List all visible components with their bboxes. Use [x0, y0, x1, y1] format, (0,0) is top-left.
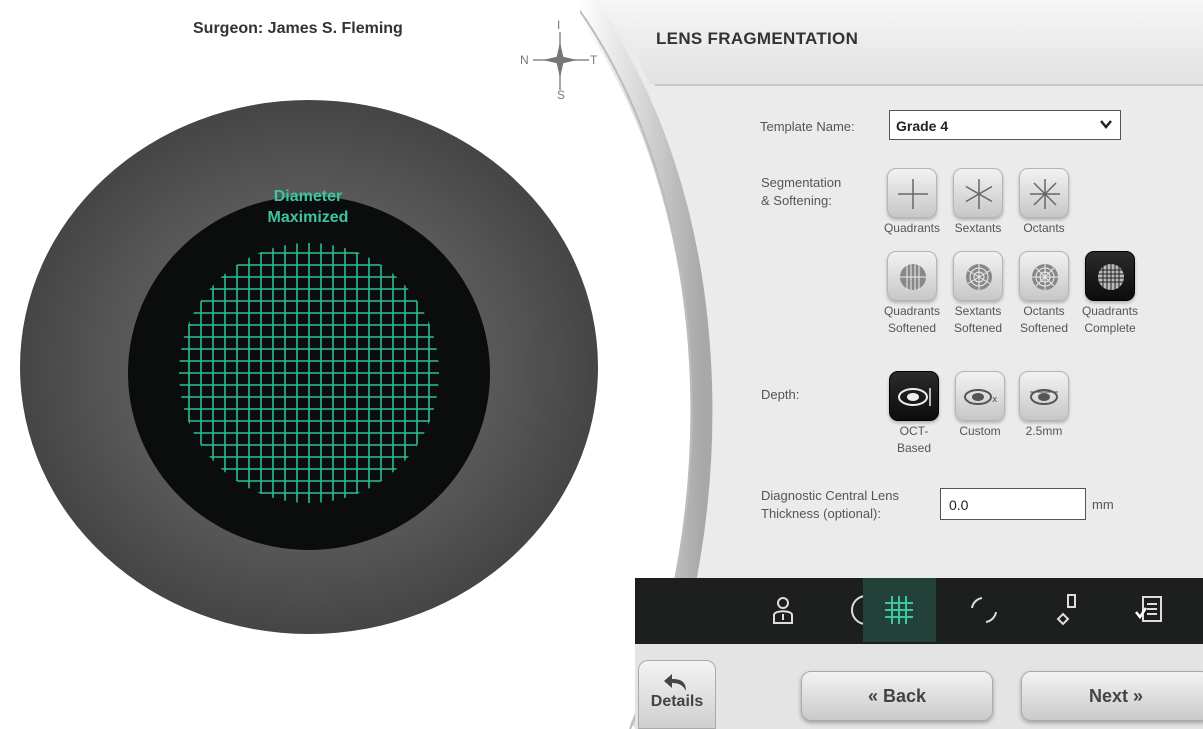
compass-left-label: N [520, 53, 529, 67]
details-button[interactable]: Details [638, 660, 716, 729]
grid-icon [885, 596, 913, 624]
quadrants-softened-button[interactable] [887, 251, 937, 301]
sextants-softened-button[interactable] [953, 251, 1003, 301]
compass-bottom-label: S [557, 88, 566, 102]
details-label: Details [650, 693, 704, 710]
back-arrow-icon [664, 674, 686, 691]
fragmentation-grid-overlay [179, 243, 439, 503]
custom-lens-icon: x [964, 389, 998, 405]
segmentation-label: Segmentation & Softening: [761, 175, 842, 208]
lens-thickness-value: 0.0 [949, 497, 969, 513]
sextants-softened-caption: Sextants Softened [953, 304, 1003, 335]
thickness-unit: mm [1092, 497, 1114, 512]
quadrants-softened-icon [900, 264, 926, 290]
page-title: LENS FRAGMENTATION [656, 29, 859, 48]
depth-custom-caption: Custom [959, 424, 1001, 438]
octants-softened-icon [1032, 264, 1058, 290]
depth-oct-based-button[interactable] [889, 371, 939, 421]
oct-lens-icon [898, 388, 931, 406]
toolbar-marker-button[interactable] [1033, 578, 1105, 642]
lens-thickness-label: Diagnostic Central Lens Thickness (optio… [761, 488, 900, 521]
patient-icon [773, 597, 793, 624]
depth-custom-button[interactable]: x [955, 371, 1005, 421]
sextants-icon [965, 179, 993, 209]
octants-caption: Octants [1023, 221, 1065, 235]
next-button[interactable]: Next » [1021, 671, 1203, 721]
octants-softened-caption: Octants Softened [1019, 304, 1069, 335]
checklist-icon [1135, 596, 1162, 622]
double-chevron-left-icon: « [867, 686, 878, 706]
arc-icon [971, 597, 997, 623]
settings-panel: LENS FRAGMENTATION Template Name: Grade … [580, 0, 1203, 729]
depth-2-5mm-button[interactable] [1019, 371, 1069, 421]
quadrants-complete-button[interactable] [1085, 251, 1135, 301]
compass-top-label: I [557, 18, 561, 32]
template-select[interactable]: Grade 4 [889, 110, 1121, 140]
quadrants-complete-icon [1098, 264, 1124, 290]
depth-label: Depth: [761, 387, 800, 402]
quadrants-button[interactable] [887, 168, 937, 218]
octants-softened-button[interactable] [1019, 251, 1069, 301]
octants-button[interactable] [1019, 168, 1069, 218]
quadrants-caption: Quadrants [883, 221, 941, 235]
back-label: Back [883, 686, 927, 706]
sextants-button[interactable] [953, 168, 1003, 218]
template-name-label: Template Name: [760, 119, 855, 134]
quadrants-complete-caption: Quadrants Complete [1081, 304, 1139, 335]
next-label: Next [1088, 686, 1128, 706]
diameter-maximized-label: Diameter Maximized [267, 188, 349, 226]
step-toolbar [635, 578, 1203, 644]
toolbar-patient-button[interactable] [747, 578, 819, 642]
toolbar-lens-fragmentation-button[interactable] [863, 578, 936, 642]
chevron-down-icon [1100, 120, 1112, 129]
lens-thickness-input[interactable]: 0.0 [940, 488, 1086, 520]
toolbar-summary-button[interactable] [1113, 578, 1185, 642]
depth-2-5mm-caption: 2.5mm [1025, 424, 1063, 438]
quadrants-softened-caption: Quadrants Softened [883, 304, 941, 335]
sextants-caption: Sextants [954, 221, 1002, 235]
toolbar-arc-incision-button[interactable] [948, 578, 1020, 642]
fixed-depth-lens-icon [1030, 389, 1058, 405]
octants-icon [1030, 179, 1060, 209]
back-button[interactable]: « Back [801, 671, 993, 721]
quadrants-icon [898, 179, 928, 209]
marker-icon [1056, 594, 1076, 626]
template-select-value: Grade 4 [896, 118, 949, 134]
svg-text:x: x [992, 395, 998, 405]
sextants-softened-icon [966, 264, 992, 290]
double-chevron-right-icon: » [1133, 686, 1144, 706]
depth-oct-based-caption: OCT- Based [896, 424, 932, 455]
surgeon-name: Surgeon: James S. Fleming [193, 20, 403, 37]
